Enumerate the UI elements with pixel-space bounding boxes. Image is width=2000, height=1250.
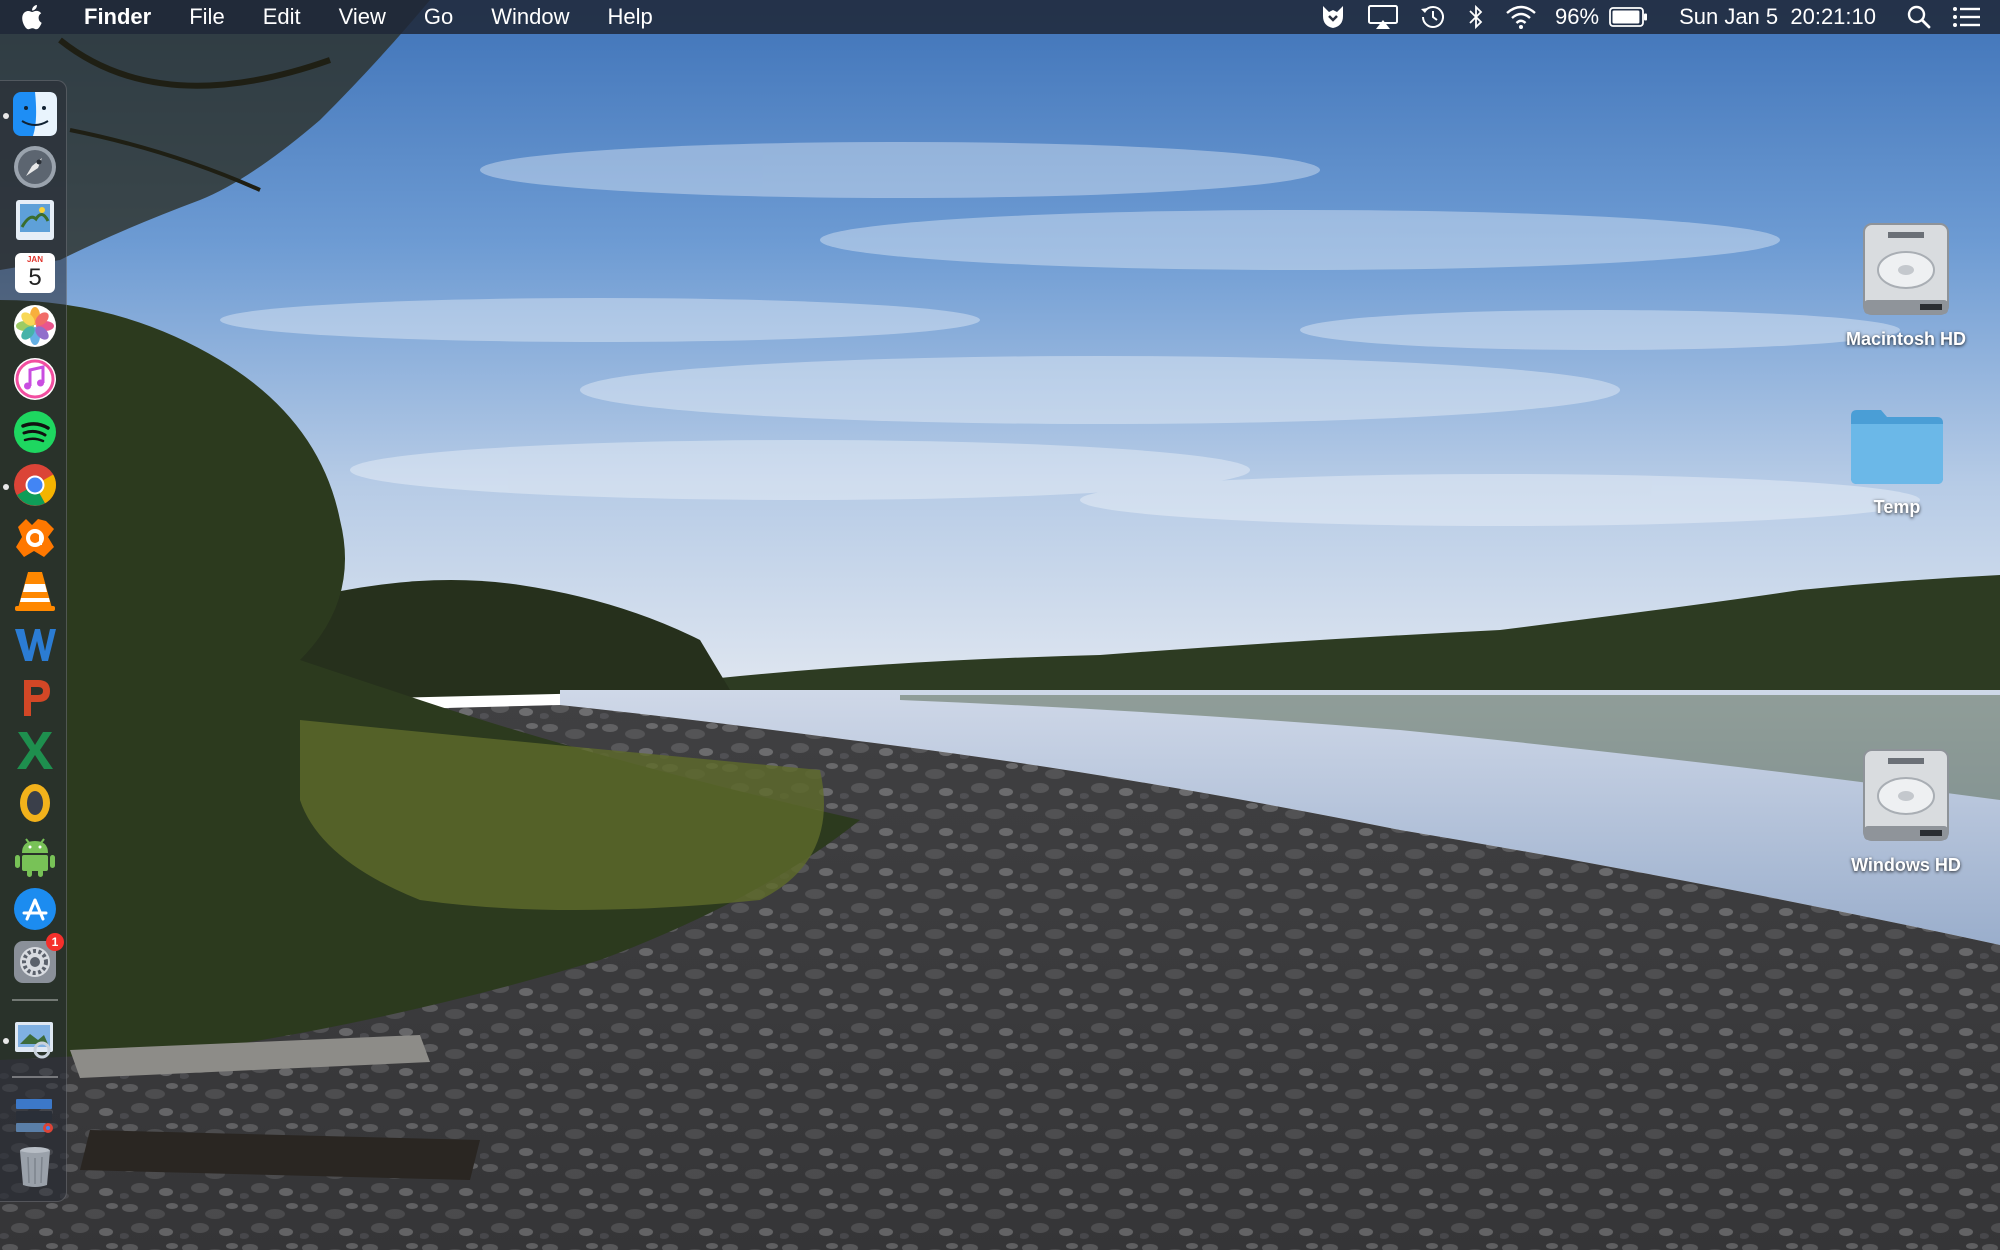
desktop-icon-label: Temp <box>1873 497 1921 517</box>
menu-bar: Finder File Edit View Go Window Help 96% <box>0 0 2000 34</box>
dock-android-studio[interactable] <box>12 833 58 879</box>
dock-spotify[interactable] <box>12 409 58 455</box>
launchpad-icon <box>14 146 56 188</box>
app-store-icon <box>14 888 56 930</box>
dock-separator <box>12 999 58 1001</box>
spotify-icon <box>14 411 56 453</box>
dock-preview-document[interactable] <box>12 1016 58 1062</box>
system-preferences-badge: 1 <box>46 933 64 951</box>
dock-finder[interactable] <box>12 91 58 137</box>
time-machine-icon[interactable] <box>1409 0 1457 34</box>
outlook-icon <box>20 784 50 822</box>
desktop-icon-windows-hd[interactable]: Windows HD <box>1806 748 2000 876</box>
menu-app-name[interactable]: Finder <box>64 0 170 34</box>
desktop-wallpaper <box>0 0 2000 1250</box>
dock-chrome[interactable] <box>12 462 58 508</box>
clock[interactable]: Sun Jan 5 20:21:10 <box>1659 0 1896 34</box>
dock-photos[interactable] <box>12 303 58 349</box>
android-icon <box>15 838 55 877</box>
malwarebytes-icon[interactable] <box>1309 0 1357 34</box>
folder-icon <box>1851 410 1943 484</box>
menu-file[interactable]: File <box>170 0 243 34</box>
bluetooth-icon[interactable] <box>1457 0 1495 34</box>
desktop-icon-label: Macintosh HD <box>1845 329 1966 349</box>
vlc-icon <box>15 572 55 611</box>
menu-help[interactable]: Help <box>589 0 672 34</box>
spotlight-icon[interactable] <box>1896 0 1942 34</box>
calendar-month: JAN <box>26 255 43 264</box>
battery-icon[interactable] <box>1607 0 1659 34</box>
apple-menu-icon[interactable] <box>0 0 64 34</box>
dock-system-preferences[interactable]: 1 <box>12 933 64 985</box>
chrome-running-indicator <box>3 484 9 490</box>
word-icon <box>15 629 56 661</box>
menu-view[interactable]: View <box>320 0 405 34</box>
trash-icon <box>20 1147 50 1187</box>
dock-excel[interactable] <box>12 727 58 773</box>
dock-vlc[interactable] <box>12 568 58 614</box>
downloads-stack-icon <box>16 1099 53 1133</box>
menu-edit[interactable]: Edit <box>244 0 320 34</box>
dock-outlook[interactable] <box>12 780 58 826</box>
dock-downloads-stack[interactable] <box>12 1091 58 1137</box>
calendar-day: 5 <box>28 264 42 291</box>
dock-app-store[interactable] <box>12 886 58 932</box>
notification-center-icon[interactable] <box>1942 0 2000 34</box>
finder-icon <box>13 92 57 136</box>
airplay-icon[interactable] <box>1357 0 1409 34</box>
avast-icon <box>16 519 54 557</box>
desktop-icon-macintosh-hd[interactable]: Macintosh HD <box>1806 222 2000 350</box>
menu-window[interactable]: Window <box>472 0 588 34</box>
itunes-icon <box>14 358 56 400</box>
dock-launchpad[interactable] <box>12 144 58 190</box>
image-document-icon <box>15 1022 53 1059</box>
battery-percent[interactable]: 96% <box>1547 0 1607 34</box>
screenshot-running-indicator <box>3 1038 9 1044</box>
excel-icon <box>17 732 53 769</box>
dock-separator-2 <box>12 1076 58 1078</box>
desktop-icon-label: Windows HD <box>1851 855 1961 875</box>
preview-icon <box>16 200 54 240</box>
hard-drive-icon <box>1863 749 1949 841</box>
wifi-icon[interactable] <box>1495 0 1547 34</box>
dock-word[interactable] <box>12 621 58 667</box>
dock-itunes[interactable] <box>12 356 58 402</box>
desktop-icon-temp[interactable]: Temp <box>1797 408 1997 518</box>
chrome-icon <box>14 464 57 506</box>
dock-preview[interactable] <box>12 197 58 243</box>
dock: JAN 5 1 <box>0 80 67 1202</box>
dock-trash[interactable] <box>12 1143 58 1189</box>
dock-powerpoint[interactable] <box>12 674 58 720</box>
menu-go[interactable]: Go <box>405 0 472 34</box>
dock-calendar[interactable]: JAN 5 <box>12 250 58 296</box>
dock-avast[interactable] <box>12 515 58 561</box>
finder-running-indicator <box>3 113 9 119</box>
hard-drive-icon <box>1863 223 1949 315</box>
powerpoint-icon <box>24 680 50 716</box>
photos-icon <box>14 305 56 347</box>
